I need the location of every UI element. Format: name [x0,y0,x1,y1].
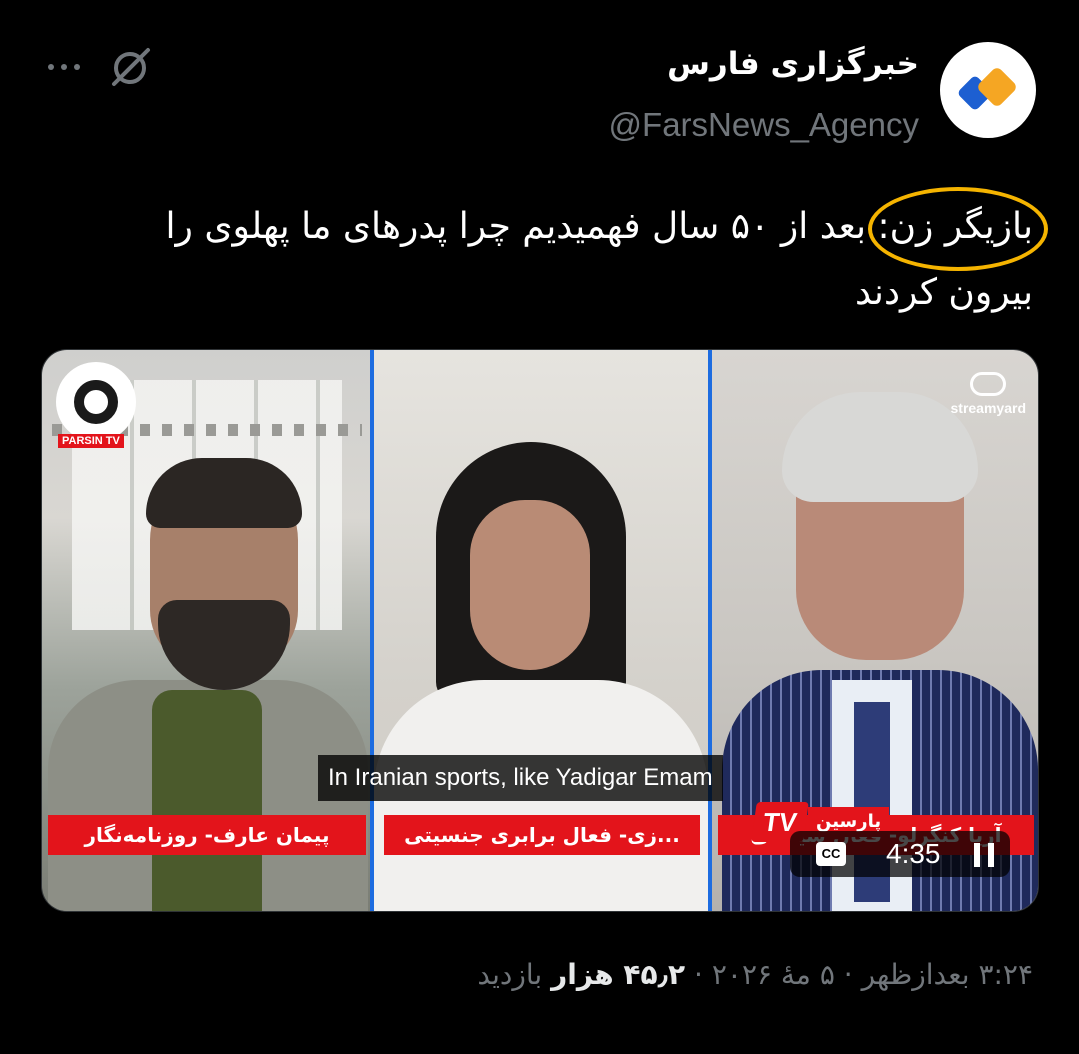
video-controls: CC 4:35 [790,831,1010,877]
highlight-circle [868,187,1048,271]
streamyard-watermark: streamyard [950,372,1027,416]
author-handle[interactable]: @FarsNews_Agency [609,106,919,144]
meta-separator: · [843,958,853,991]
more-options-icon[interactable] [44,52,84,82]
views-label: بازدید [477,958,543,991]
speaker-shirt [152,690,262,911]
time-remaining: 4:35 [886,838,941,869]
speaker-beard [158,600,290,690]
speaker-hair [782,392,978,502]
author-display-name[interactable]: خبرگزاری فارس [667,46,919,82]
video-player[interactable]: PARSIN TV streamyard پیمان عارف- روزنامه… [41,349,1039,912]
speaker-hair [146,458,302,528]
meta-separator: · [694,958,703,991]
streamyard-label: streamyard [950,400,1027,416]
tweet-time[interactable]: ۳:۲۴ بعدازظهر [862,958,1033,991]
lower-third-name: ...زی- فعال برابری جنسیتی [384,815,700,855]
streamyard-logo-icon [970,372,1007,396]
grok-icon[interactable] [106,44,156,90]
tweet-meta: ۳:۲۴ بعدازظهر · ۵ مهٔ ۲۰۲۶ · ۴۵٫۲ هزار ب… [477,958,1033,991]
parsin-logo [56,362,136,442]
speaker-face [470,500,590,670]
pause-icon[interactable] [974,843,996,867]
views-count: ۴۵٫۲ هزار [551,958,686,991]
lower-third-name: پیمان عارف- روزنامه‌نگار [48,815,366,855]
tweet-date[interactable]: ۵ مهٔ ۲۰۲۶ [712,958,835,991]
closed-captions-button[interactable]: CC [816,842,846,866]
parsin-watermark: PARSIN TV [58,434,124,448]
author-avatar[interactable] [940,42,1036,138]
video-subtitle: In Iranian sports, like Yadigar Emam [318,755,723,801]
tweet-detail: خبرگزاری فارس @FarsNews_Agency بازیگر زن… [0,0,1079,1054]
